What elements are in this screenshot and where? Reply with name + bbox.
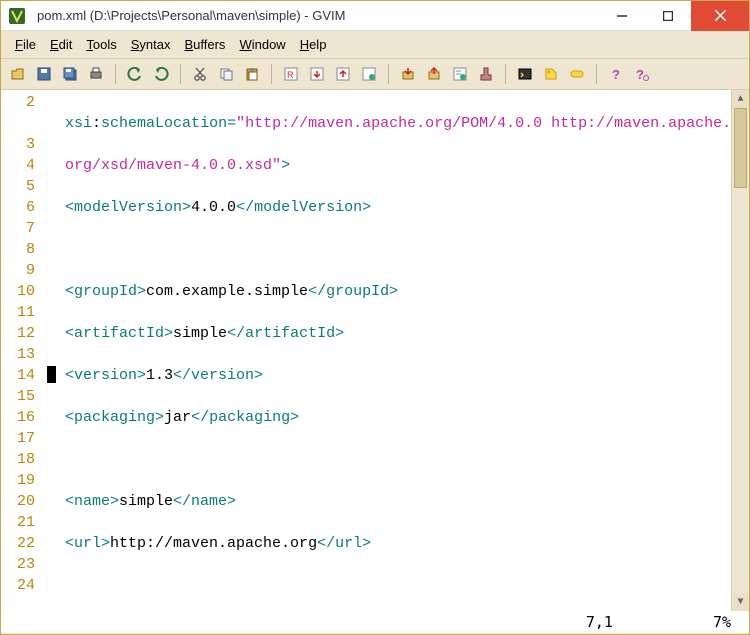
app-icon xyxy=(7,6,27,26)
save-all-icon[interactable] xyxy=(59,63,81,85)
vertical-scrollbar[interactable]: ▲ ▼ xyxy=(731,90,749,611)
cursor xyxy=(47,366,56,383)
svg-text:?: ? xyxy=(612,67,620,82)
maximize-button[interactable] xyxy=(645,1,691,31)
print-icon[interactable] xyxy=(85,63,107,85)
copy-icon[interactable] xyxy=(215,63,237,85)
menu-tools[interactable]: Tools xyxy=(80,35,122,54)
replace-icon[interactable]: R xyxy=(280,63,302,85)
find-help-icon[interactable]: ? xyxy=(631,63,653,85)
help-icon[interactable]: ? xyxy=(605,63,627,85)
find-prev-icon[interactable] xyxy=(332,63,354,85)
scrollbar-thumb[interactable] xyxy=(734,108,747,188)
minimize-button[interactable] xyxy=(599,1,645,31)
menu-file[interactable]: File xyxy=(9,35,42,54)
code-area[interactable]: xsi:schemaLocation="http://maven.apache.… xyxy=(43,90,749,611)
line-number-gutter: 2 3 4 5 6 7 8 9 10 11 12 13 14 15 16 17 … xyxy=(1,90,43,611)
scroll-percent: 7% xyxy=(713,613,731,631)
menu-syntax[interactable]: Syntax xyxy=(125,35,177,54)
toolbar: R ? ? xyxy=(1,59,749,90)
titlebar: pom.xml (D:\Projects\Personal\maven\simp… xyxy=(1,1,749,31)
editor[interactable]: 2 3 4 5 6 7 8 9 10 11 12 13 14 15 16 17 … xyxy=(1,90,749,611)
tag-back-icon[interactable] xyxy=(566,63,588,85)
cursor-position: 7,1 xyxy=(586,613,613,631)
cut-icon[interactable] xyxy=(189,63,211,85)
window-controls xyxy=(599,1,749,31)
ctags-icon[interactable] xyxy=(358,63,380,85)
scroll-down-icon[interactable]: ▼ xyxy=(732,593,749,611)
scroll-up-icon[interactable]: ▲ xyxy=(732,90,749,108)
shell-icon[interactable] xyxy=(514,63,536,85)
menu-buffers[interactable]: Buffers xyxy=(178,35,231,54)
paste-icon[interactable] xyxy=(241,63,263,85)
make-icon[interactable] xyxy=(475,63,497,85)
menu-window[interactable]: Window xyxy=(233,35,291,54)
svg-text:?: ? xyxy=(636,67,644,82)
find-next-icon[interactable] xyxy=(306,63,328,85)
session-save-icon[interactable] xyxy=(423,63,445,85)
open-icon[interactable] xyxy=(7,63,29,85)
run-script-icon[interactable] xyxy=(449,63,471,85)
menu-edit[interactable]: Edit xyxy=(44,35,78,54)
save-icon[interactable] xyxy=(33,63,55,85)
close-button[interactable] xyxy=(691,1,749,31)
statusbar: 7,1 7% xyxy=(1,611,749,633)
undo-icon[interactable] xyxy=(124,63,146,85)
menu-help[interactable]: Help xyxy=(294,35,333,54)
svg-text:R: R xyxy=(287,70,294,80)
redo-icon[interactable] xyxy=(150,63,172,85)
tag-jump-icon[interactable] xyxy=(540,63,562,85)
menubar: File Edit Tools Syntax Buffers Window He… xyxy=(1,31,749,59)
session-load-icon[interactable] xyxy=(397,63,419,85)
window-title: pom.xml (D:\Projects\Personal\maven\simp… xyxy=(33,8,599,23)
